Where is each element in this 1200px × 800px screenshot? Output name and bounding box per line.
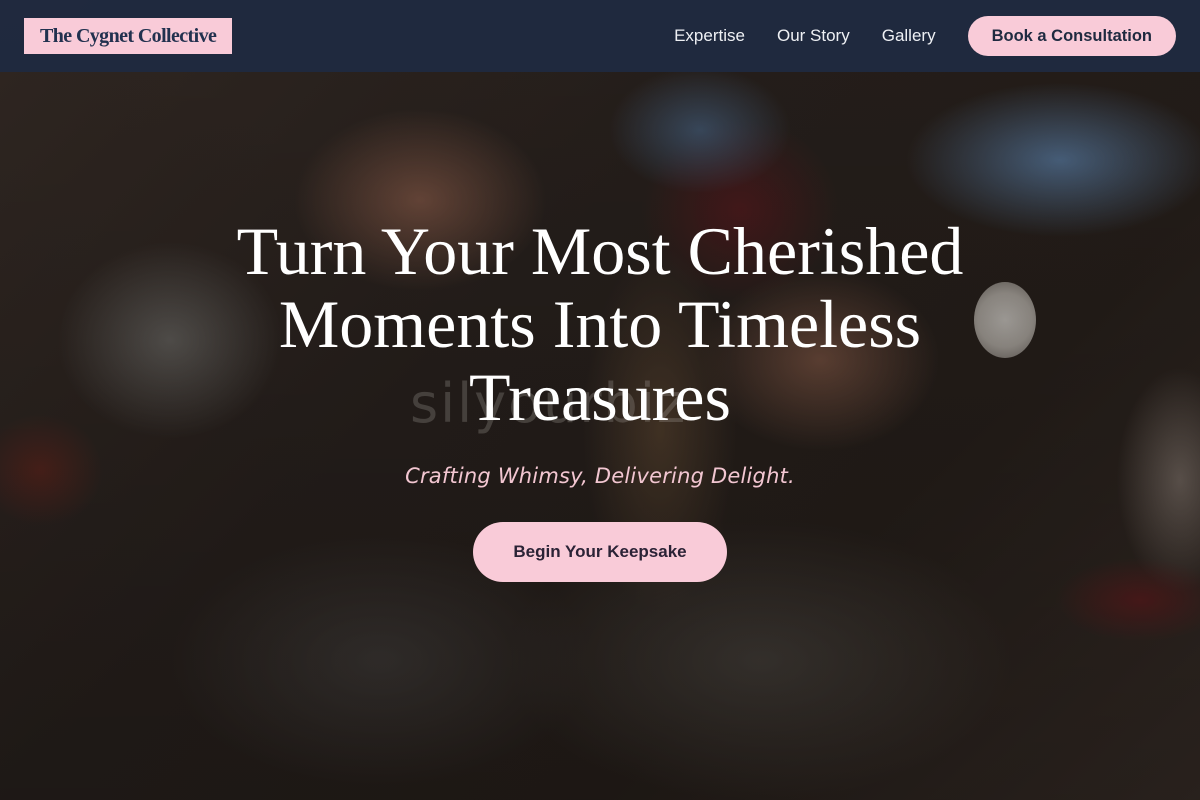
nav-link-our-story[interactable]: Our Story bbox=[777, 26, 850, 46]
nav-link-expertise[interactable]: Expertise bbox=[674, 26, 745, 46]
book-consultation-button[interactable]: Book a Consultation bbox=[967, 16, 1176, 56]
hero-content: Turn Your Most Cherished Moments Into Ti… bbox=[0, 215, 1200, 582]
nav-menu: Expertise Our Story Gallery Book a Consu… bbox=[674, 16, 1176, 56]
brand-logo[interactable]: The Cygnet Collective bbox=[24, 18, 233, 54]
hero-title: Turn Your Most Cherished Moments Into Ti… bbox=[236, 213, 964, 435]
hero-tagline: Crafting Whimsy, Delivering Delight. bbox=[405, 464, 795, 488]
navbar: The Cygnet Collective Expertise Our Stor… bbox=[0, 0, 1200, 72]
nav-link-gallery[interactable]: Gallery bbox=[882, 26, 936, 46]
begin-keepsake-button[interactable]: Begin Your Keepsake bbox=[473, 522, 727, 582]
hero-section: silyourbiz Turn Your Most Cherished Mome… bbox=[0, 0, 1200, 800]
